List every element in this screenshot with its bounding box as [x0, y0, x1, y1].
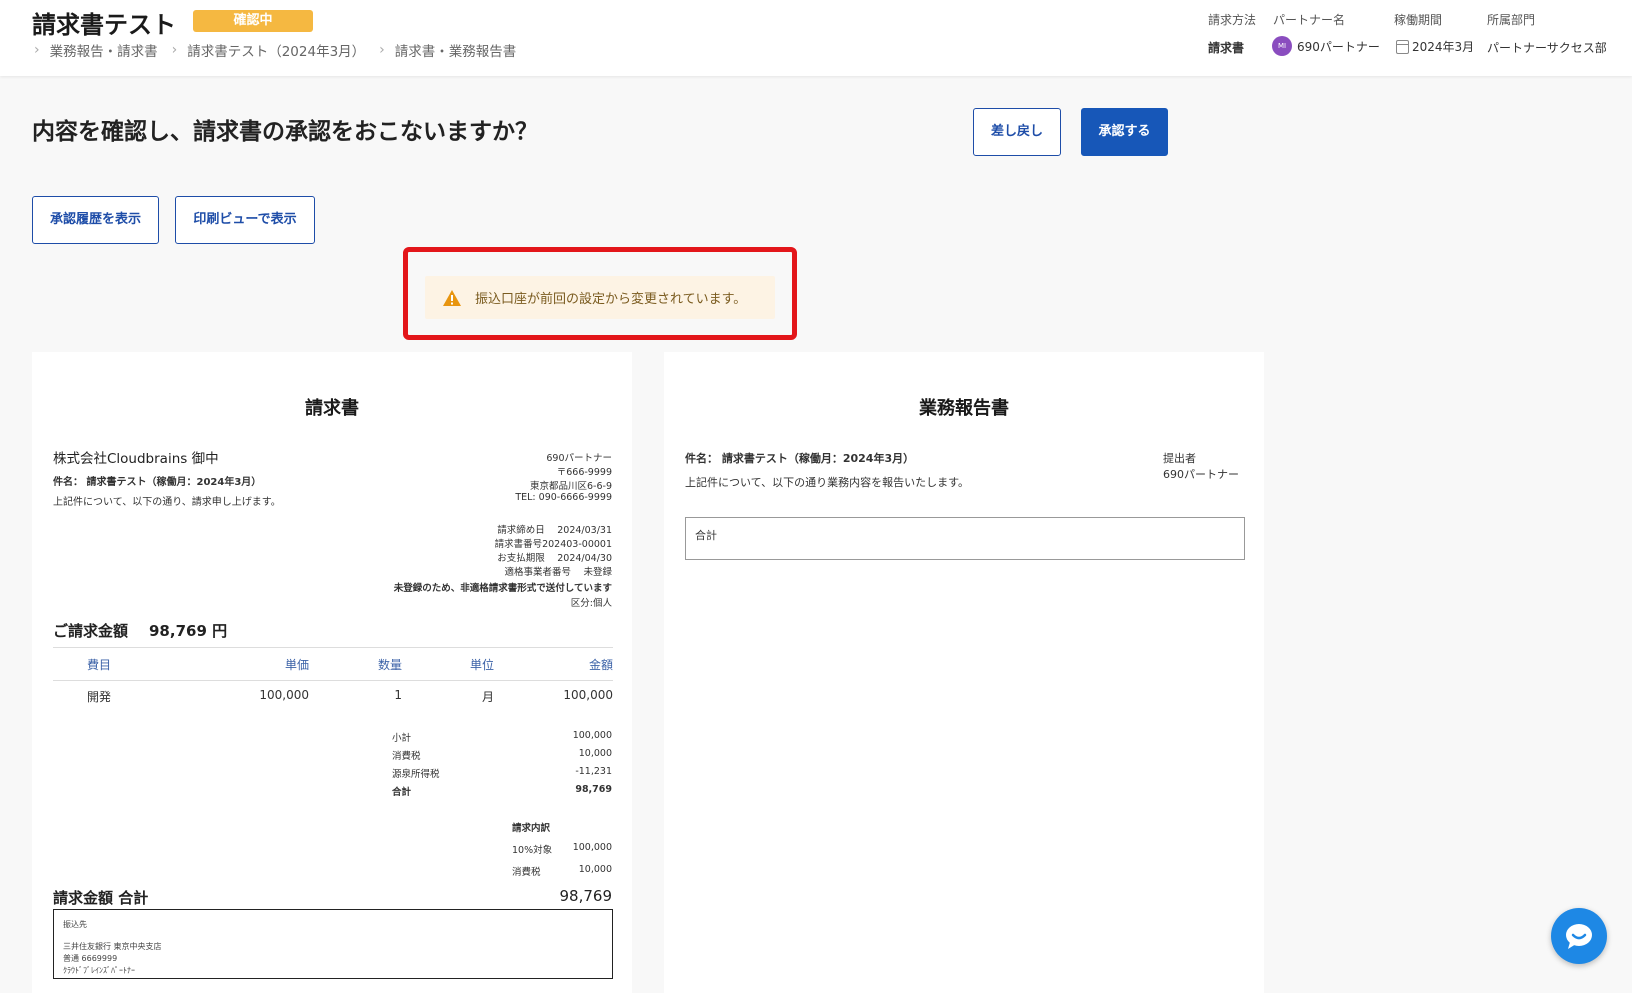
- invoice-panel: 請求書 株式会社Cloudbrains 御中 件名： 請求書テスト（稼働月：20…: [32, 352, 632, 993]
- grand-total-label: 請求金額 合計: [53, 889, 149, 907]
- meta-method-label: 請求方法: [1208, 13, 1257, 27]
- invoice-recipient: 株式会社Cloudbrains 御中: [53, 451, 219, 467]
- submitter-value: 690パートナー: [1163, 468, 1239, 481]
- table-top-divider: [53, 647, 613, 648]
- report-total-box: 合計: [685, 517, 1245, 560]
- table-cell-amount: 100,000: [563, 688, 613, 702]
- subtotal-value: 100,000: [572, 730, 612, 741]
- page-header: 請求書テスト 確認中 › 業務報告・請求書 › 請求書テスト（2024年3月） …: [0, 0, 1632, 76]
- approve-button[interactable]: 承認する: [1081, 108, 1168, 156]
- total-label: 合計: [392, 787, 412, 798]
- bank-account-box: 振込先 三井住友銀行 東京中央支店 普通 6669999 ｸﾗｳﾄﾞﾌﾞﾚｲﾝｽ…: [53, 909, 613, 979]
- table-header-unit-price: 単価: [284, 658, 309, 672]
- avatar: MI: [1272, 36, 1292, 56]
- status-badge: 確認中: [193, 10, 313, 32]
- table-header-quantity: 数量: [377, 658, 402, 672]
- chat-bubble-icon: [1566, 924, 1592, 949]
- meta-period-value: 2024年3月: [1412, 40, 1475, 54]
- print-view-button[interactable]: 印刷ビューで表示: [175, 196, 315, 244]
- info-notice: 未登録のため、非適格請求書形式で送付しています: [393, 583, 612, 594]
- meta-period: 2024年3月: [1396, 38, 1474, 55]
- tax-label: 消費税: [392, 751, 421, 762]
- invoice-subject: 件名： 請求書テスト（稼働月：2024年3月）: [53, 477, 262, 488]
- report-subject: 件名： 請求書テスト（稼働月：2024年3月）: [685, 452, 915, 465]
- subtotal-label: 小計: [392, 733, 412, 744]
- table-header-item: 費目: [87, 658, 112, 672]
- invoice-intro: 上記件について、以下の通り、請求申し上げます。: [53, 497, 281, 508]
- report-panel: 業務報告書 件名： 請求書テスト（稼働月：2024年3月） 上記件について、以下…: [664, 352, 1264, 993]
- breadcrumb-item-invoice-test[interactable]: 請求書テスト（2024年3月）: [187, 40, 365, 60]
- info-due: お支払期限 2024/04/30: [497, 553, 612, 564]
- bank-line-2: 普通 6669999: [63, 954, 118, 963]
- show-history-button[interactable]: 承認履歴を表示: [32, 196, 159, 244]
- bank-line-3: ｸﾗｳﾄﾞﾌﾞﾚｲﾝｽﾞﾊﾟｰﾄﾅｰ: [63, 966, 135, 975]
- withholding-label: 源泉所得税: [392, 769, 440, 780]
- info-closing: 請求締め日 2024/03/31: [497, 525, 612, 536]
- breakdown-tax-label: 消費税: [512, 867, 541, 878]
- amount-value: 98,769 円: [149, 622, 228, 640]
- total-value: 98,769: [575, 784, 612, 795]
- submitter-label: 提出者: [1163, 452, 1196, 465]
- table-header-unit: 単位: [469, 658, 494, 672]
- table-header-amount: 金額: [588, 658, 613, 672]
- meta-dept-label: 所属部門: [1487, 13, 1536, 27]
- info-qualified: 適格事業者番号 未登録: [504, 567, 612, 578]
- meta-dept-value: パートナーサクセス部: [1487, 41, 1607, 55]
- confirm-question: 内容を確認し、請求書の承認をおこないますか？: [32, 119, 538, 145]
- withholding-value: -11,231: [575, 766, 612, 777]
- table-cell-item: 開発: [87, 690, 112, 704]
- tax-value: 10,000: [578, 748, 612, 759]
- meta-partner-label: パートナー名: [1273, 13, 1346, 27]
- warning-text: 振込口座が前回の設定から変更されています。: [475, 292, 747, 307]
- issuer-name: 690パートナー: [546, 453, 612, 464]
- breadcrumb-item-reports[interactable]: 業務報告・請求書: [50, 40, 158, 60]
- breakdown-target-label: 10%対象: [512, 845, 553, 856]
- return-button[interactable]: 差し戻し: [973, 108, 1061, 156]
- invoice-title: 請求書: [305, 398, 359, 419]
- grand-total-value: 98,769: [559, 887, 613, 905]
- bank-line-1: 三井住友銀行 東京中央支店: [63, 942, 162, 951]
- meta-partner[interactable]: MI 690パートナー: [1272, 36, 1380, 56]
- amount-label: ご請求金額: [53, 622, 129, 640]
- page-title: 請求書テスト: [32, 11, 176, 39]
- meta-method-value: 請求書: [1208, 41, 1245, 55]
- meta-period-label: 稼働期間: [1394, 13, 1443, 27]
- info-number: 請求書番号202403-00001: [494, 539, 612, 550]
- issuer-tel: TEL: 090-6666-9999: [515, 492, 612, 503]
- info-category: 区分:個人: [570, 598, 612, 609]
- breadcrumb: › 業務報告・請求書 › 請求書テスト（2024年3月） › 請求書・業務報告書: [34, 40, 530, 60]
- report-intro: 上記件について、以下の通り業務内容を報告いたします。: [685, 476, 970, 489]
- report-title: 業務報告書: [919, 398, 1009, 419]
- table-cell-unit-price: 100,000: [259, 688, 309, 702]
- breadcrumb-item-current: 請求書・業務報告書: [394, 44, 517, 60]
- breakdown-tax-value: 10,000: [578, 864, 612, 875]
- bank-label: 振込先: [63, 920, 87, 929]
- issuer-postal: 〒666-9999: [556, 467, 612, 478]
- chat-button[interactable]: [1551, 908, 1607, 964]
- chevron-right-icon: ›: [171, 42, 178, 58]
- table-cell-unit: 月: [481, 690, 494, 704]
- warning-icon: [443, 289, 461, 306]
- meta-partner-value: 690パートナー: [1297, 39, 1380, 54]
- breakdown-target-value: 100,000: [572, 842, 612, 853]
- breakdown-title: 請求内訳: [512, 823, 551, 834]
- issuer-address: 東京都品川区6-6-9: [530, 481, 612, 492]
- report-total-label: 合計: [695, 529, 717, 542]
- calendar-icon: [1396, 39, 1409, 54]
- warning-alert: 振込口座が前回の設定から変更されています。: [425, 276, 775, 319]
- chevron-right-icon: ›: [379, 42, 385, 58]
- chevron-right-icon: ›: [34, 42, 40, 58]
- table-header-divider: [53, 680, 613, 681]
- table-cell-quantity: 1: [394, 688, 402, 702]
